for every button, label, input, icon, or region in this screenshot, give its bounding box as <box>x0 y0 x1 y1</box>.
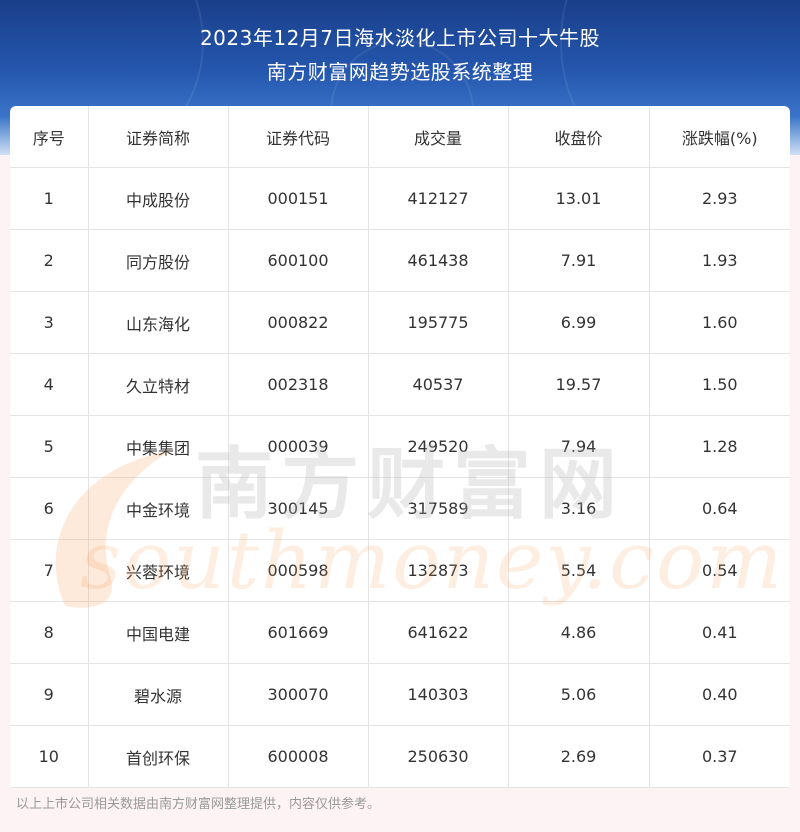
table-row: 7 兴蓉环境 000598 132873 5.54 0.54 <box>10 539 790 602</box>
cell-change: 1.50 <box>648 353 790 416</box>
cell-close: 4.86 <box>507 601 650 664</box>
cell-volume: 195775 <box>367 291 509 354</box>
table-row: 2 同方股份 600100 461438 7.91 1.93 <box>10 229 790 292</box>
cell-change: 0.41 <box>648 601 790 664</box>
cell-change: 0.37 <box>648 725 790 788</box>
cell-volume: 412127 <box>367 167 509 230</box>
cell-name: 中集集团 <box>87 415 229 478</box>
cell-change: 0.64 <box>648 477 790 540</box>
cell-code: 000039 <box>227 415 369 478</box>
cell-change: 1.60 <box>648 291 790 354</box>
cell-code: 300070 <box>227 663 369 726</box>
cell-change: 1.28 <box>648 415 790 478</box>
cell-code: 600008 <box>227 725 369 788</box>
table-row: 3 山东海化 000822 195775 6.99 1.60 <box>10 291 790 354</box>
stock-table: 序号 证券简称 证券代码 成交量 收盘价 涨跌幅(%) 1 中成股份 00015… <box>10 106 790 788</box>
cell-rank: 3 <box>10 291 89 354</box>
cell-name: 中国电建 <box>87 601 229 664</box>
cell-change: 0.40 <box>648 663 790 726</box>
cell-close: 7.94 <box>507 415 650 478</box>
page-subtitle: 南方财富网趋势选股系统整理 <box>266 60 534 84</box>
cell-close: 2.69 <box>507 725 650 788</box>
cell-volume: 140303 <box>367 663 509 726</box>
cell-close: 5.06 <box>507 663 650 726</box>
cell-name: 兴蓉环境 <box>87 539 229 602</box>
cell-rank: 2 <box>10 229 89 292</box>
cell-close: 6.99 <box>507 291 650 354</box>
cell-code: 600100 <box>227 229 369 292</box>
table-row: 4 久立特材 002318 40537 19.57 1.50 <box>10 353 790 416</box>
cell-name: 碧水源 <box>87 663 229 726</box>
cell-rank: 7 <box>10 539 89 602</box>
cell-name: 首创环保 <box>87 725 229 788</box>
table-header-row: 序号 证券简称 证券代码 成交量 收盘价 涨跌幅(%) <box>10 106 790 168</box>
cell-change: 2.93 <box>648 167 790 230</box>
cell-volume: 40537 <box>367 353 509 416</box>
page-title: 2023年12月7日海水淡化上市公司十大牛股 <box>199 26 601 50</box>
table-row: 1 中成股份 000151 412127 13.01 2.93 <box>10 167 790 230</box>
cell-rank: 5 <box>10 415 89 478</box>
cell-volume: 461438 <box>367 229 509 292</box>
cell-rank: 6 <box>10 477 89 540</box>
table-row: 6 中金环境 300145 317589 3.16 0.64 <box>10 477 790 540</box>
cell-close: 5.54 <box>507 539 650 602</box>
col-header-close: 收盘价 <box>507 106 650 168</box>
cell-code: 000598 <box>227 539 369 602</box>
cell-rank: 10 <box>10 725 89 788</box>
cell-name: 同方股份 <box>87 229 229 292</box>
cell-rank: 8 <box>10 601 89 664</box>
cell-code: 000822 <box>227 291 369 354</box>
table-row: 9 碧水源 300070 140303 5.06 0.40 <box>10 663 790 726</box>
table-panel: 序号 证券简称 证券代码 成交量 收盘价 涨跌幅(%) 1 中成股份 00015… <box>10 106 790 788</box>
col-header-volume: 成交量 <box>367 106 509 168</box>
cell-rank: 9 <box>10 663 89 726</box>
table-row: 5 中集集团 000039 249520 7.94 1.28 <box>10 415 790 478</box>
col-header-change: 涨跌幅(%) <box>648 106 790 168</box>
col-header-rank: 序号 <box>10 106 89 168</box>
cell-code: 000151 <box>227 167 369 230</box>
cell-volume: 641622 <box>367 601 509 664</box>
cell-name: 中金环境 <box>87 477 229 540</box>
cell-close: 3.16 <box>507 477 650 540</box>
cell-code: 300145 <box>227 477 369 540</box>
cell-name: 久立特材 <box>87 353 229 416</box>
cell-change: 1.93 <box>648 229 790 292</box>
cell-volume: 250630 <box>367 725 509 788</box>
cell-name: 中成股份 <box>87 167 229 230</box>
table-row: 10 首创环保 600008 250630 2.69 0.37 <box>10 725 790 788</box>
cell-volume: 317589 <box>367 477 509 540</box>
cell-rank: 1 <box>10 167 89 230</box>
footer-note: 以上上市公司相关数据由南方财富网整理提供，内容仅供参考。 <box>16 797 381 812</box>
col-header-code: 证券代码 <box>227 106 369 168</box>
table-row: 8 中国电建 601669 641622 4.86 0.41 <box>10 601 790 664</box>
cell-volume: 249520 <box>367 415 509 478</box>
cell-close: 13.01 <box>507 167 650 230</box>
cell-close: 19.57 <box>507 353 650 416</box>
cell-close: 7.91 <box>507 229 650 292</box>
cell-code: 002318 <box>227 353 369 416</box>
cell-name: 山东海化 <box>87 291 229 354</box>
col-header-name: 证券简称 <box>87 106 229 168</box>
cell-volume: 132873 <box>367 539 509 602</box>
cell-change: 0.54 <box>648 539 790 602</box>
cell-rank: 4 <box>10 353 89 416</box>
cell-code: 601669 <box>227 601 369 664</box>
